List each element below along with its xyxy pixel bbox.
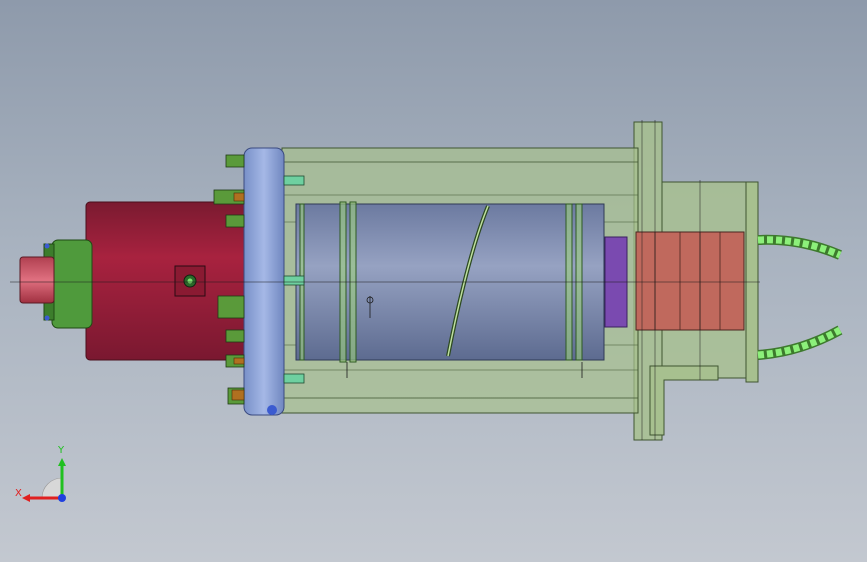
coordinate-triad: Y X — [15, 445, 66, 502]
y-axis-label: Y — [57, 445, 65, 456]
coolant-hose-upper — [757, 234, 842, 260]
triad-quadrant — [41, 477, 63, 499]
x-axis-label: X — [15, 488, 22, 499]
cad-viewport[interactable] — [0, 0, 867, 562]
spindle-nose — [19, 256, 55, 304]
front-collar — [51, 239, 93, 329]
z-axis-dot — [58, 494, 66, 502]
flange-bottom-bolt — [267, 405, 277, 415]
front-flange — [243, 147, 285, 416]
rear-rotor-section — [635, 231, 745, 331]
front-motor-body — [85, 201, 249, 361]
cable-bracket — [649, 365, 719, 436]
coolant-hose-lower — [757, 325, 843, 360]
